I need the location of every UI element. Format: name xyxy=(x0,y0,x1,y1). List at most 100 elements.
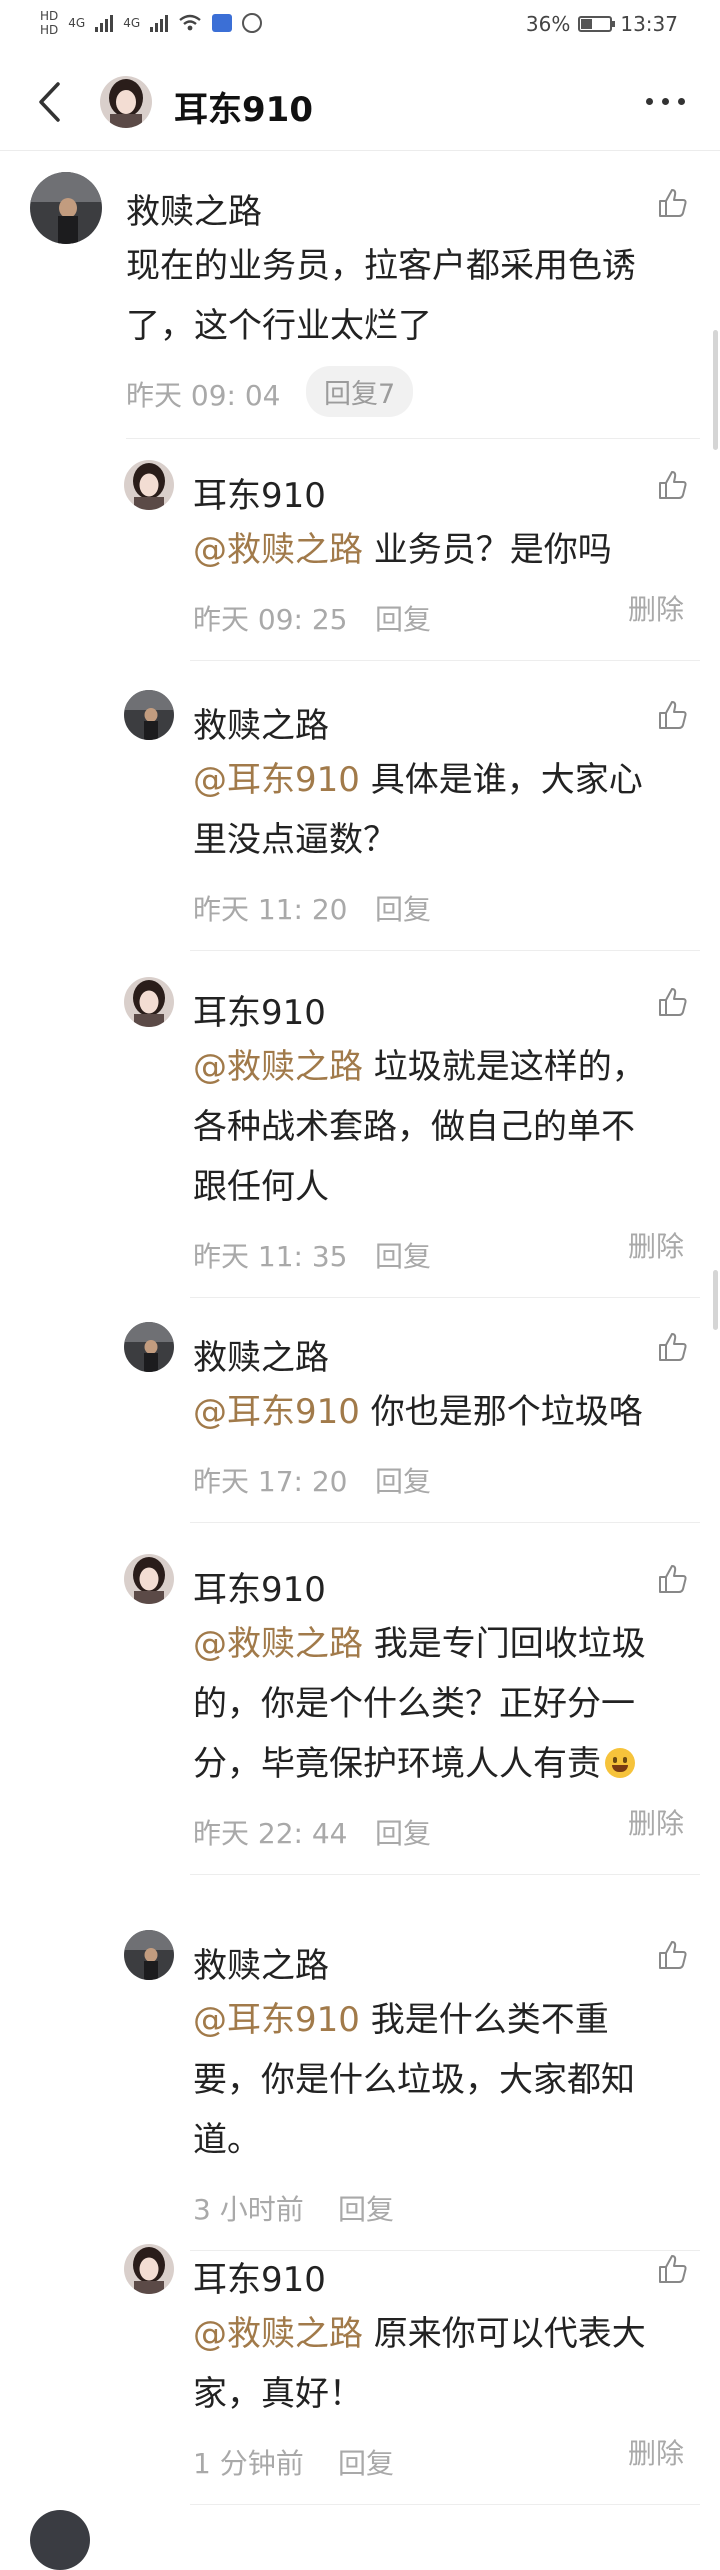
reply-time: 昨天 17: 20 xyxy=(193,1465,348,1498)
thumbs-up-icon[interactable] xyxy=(656,1562,690,1596)
reply-count-button[interactable]: 回复7 xyxy=(306,366,414,417)
status-right: 36% 13:37 xyxy=(526,12,678,36)
reply-text-line: 道。 xyxy=(193,2110,673,2170)
reply-time: 昨天 09: 25 xyxy=(193,603,348,636)
avatar[interactable] xyxy=(124,2244,174,2294)
avatar xyxy=(30,2510,90,2570)
status-left: HD HD 4G 4G xyxy=(40,9,263,37)
reply-text-segment: 具体是谁，大家心 xyxy=(359,760,643,800)
reply-text: @救赎之路 垃圾就是这样的， 各种战术套路，做自己的单不 跟任何人 xyxy=(193,1037,673,1217)
reply-text-line: @耳东910 我是什么类不重 xyxy=(193,1990,673,2050)
reply-text-line: 家，真好！ xyxy=(193,2364,673,2424)
reply-text-line: @救赎之路 我是专门回收垃圾 xyxy=(193,1614,673,1674)
reply-button[interactable]: 回复 xyxy=(375,1235,431,1275)
reply-button[interactable]: 回复 xyxy=(375,1460,431,1500)
reply-button[interactable]: 回复 xyxy=(375,1812,431,1852)
avatar[interactable] xyxy=(124,690,174,740)
thumbs-up-icon[interactable] xyxy=(656,985,690,1019)
reply-text-segment: 垃圾就是这样的， xyxy=(363,1047,646,1087)
reply-button[interactable]: 回复 xyxy=(375,888,431,928)
hd-label-2: HD xyxy=(40,23,59,37)
mention-link[interactable]: @救赎之路 xyxy=(193,2314,363,2354)
more-dots-icon[interactable] xyxy=(640,86,690,116)
reply-button[interactable]: 回复 xyxy=(338,2442,394,2482)
divider xyxy=(126,438,700,439)
divider xyxy=(190,660,700,661)
app-notification-icon xyxy=(212,14,233,32)
reply-button[interactable]: 回复 xyxy=(375,598,431,638)
thumbs-up-icon[interactable] xyxy=(656,2252,690,2286)
scrollbar-thumb-secondary xyxy=(713,1270,718,1330)
chevron-left-icon[interactable] xyxy=(36,80,62,124)
page-title: 耳东910 xyxy=(174,90,313,130)
thumbs-up-icon[interactable] xyxy=(656,186,690,220)
avatar[interactable] xyxy=(124,1930,174,1980)
reply-text: @救赎之路 业务员？是你吗 xyxy=(193,520,673,580)
reply-text-line: @耳东910 具体是谁，大家心 xyxy=(193,750,673,810)
reply-text-line: 跟任何人 xyxy=(193,1157,673,1217)
comment-time: 昨天 09: 04 xyxy=(126,379,281,412)
reply-time: 昨天 22: 44 xyxy=(193,1817,348,1850)
hd-label-1: HD xyxy=(40,9,59,23)
signal-icon xyxy=(150,14,169,32)
battery-fill xyxy=(581,19,593,29)
reply-button[interactable]: 回复 xyxy=(338,2188,394,2228)
mention-link[interactable]: @耳东910 xyxy=(193,760,360,800)
reply-text-line: @救赎之路 垃圾就是这样的， xyxy=(193,1037,673,1097)
comment-author[interactable]: 救赎之路 xyxy=(126,184,262,233)
reply-text-segment: 里没点逼数？ xyxy=(193,820,397,860)
reply-author[interactable]: 救赎之路 xyxy=(193,1938,329,1987)
divider xyxy=(190,1874,700,1875)
divider xyxy=(190,1297,700,1298)
reply-text: @耳东910 你也是那个垃圾咯 xyxy=(193,1382,673,1442)
header-avatar[interactable] xyxy=(100,76,152,128)
reply-author[interactable]: 救赎之路 xyxy=(193,698,329,747)
clock: 13:37 xyxy=(620,12,678,36)
reply-author[interactable]: 耳东910 xyxy=(193,468,326,517)
reply-text-line: @耳东910 你也是那个垃圾咯 xyxy=(193,1382,673,1442)
delete-button[interactable]: 删除 xyxy=(628,2432,684,2472)
mention-link[interactable]: @救赎之路 xyxy=(193,1624,363,1664)
delete-button[interactable]: 删除 xyxy=(628,588,684,628)
reply-text-line: 的，你是个什么类？正好分一 xyxy=(193,1674,673,1734)
reply-author[interactable]: 耳东910 xyxy=(193,2252,326,2301)
reply-text-segment: 原来你可以代表大 xyxy=(363,2314,646,2354)
reply-text: @耳东910 具体是谁，大家心里没点逼数？ xyxy=(193,750,673,870)
reply-text-line: @救赎之路 原来你可以代表大 xyxy=(193,2304,673,2364)
reply-text-line: @救赎之路 业务员？是你吗 xyxy=(193,520,673,580)
divider xyxy=(190,950,700,951)
reply-text: @耳东910 我是什么类不重 要，你是什么垃圾，大家都知 道。 xyxy=(193,1990,673,2170)
delete-button[interactable]: 删除 xyxy=(628,1802,684,1842)
mention-link[interactable]: @救赎之路 xyxy=(193,530,363,570)
network-type-2: 4G xyxy=(123,16,141,30)
thumbs-up-icon[interactable] xyxy=(656,698,690,732)
mention-link[interactable]: @救赎之路 xyxy=(193,1047,363,1087)
avatar[interactable] xyxy=(124,1322,174,1372)
battery-percent: 36% xyxy=(525,12,571,36)
reply-text-line: 分，毕竟保护环境人人有责 xyxy=(193,1734,673,1794)
reply-text-segment: 我是什么类不重 xyxy=(359,2000,609,2040)
reply-author[interactable]: 耳东910 xyxy=(193,1562,326,1611)
reply-text-line: 里没点逼数？ xyxy=(193,810,673,870)
thumbs-up-icon[interactable] xyxy=(656,1330,690,1364)
mention-link[interactable]: @耳东910 xyxy=(193,2000,360,2040)
reply-text-line: 各种战术套路，做自己的单不 xyxy=(193,1097,673,1157)
thumbs-up-icon[interactable] xyxy=(656,1938,690,1972)
avatar[interactable] xyxy=(30,172,102,244)
reply-text-segment: 家，真好！ xyxy=(193,2374,363,2414)
mention-link[interactable]: @耳东910 xyxy=(193,1392,360,1432)
thumbs-up-icon[interactable] xyxy=(656,468,690,502)
reply-time: 昨天 11: 35 xyxy=(193,1240,348,1273)
avatar[interactable] xyxy=(124,977,174,1027)
delete-button[interactable]: 删除 xyxy=(628,1225,684,1265)
scrollbar-thumb[interactable] xyxy=(713,330,718,450)
reply-time: 昨天 11: 20 xyxy=(193,893,348,926)
divider xyxy=(190,2504,700,2505)
avatar[interactable] xyxy=(124,1554,174,1604)
divider xyxy=(190,2250,700,2251)
avatar[interactable] xyxy=(124,460,174,510)
grinning-emoji-icon xyxy=(605,1748,635,1778)
reply-text-segment: 我是专门回收垃圾 xyxy=(363,1624,646,1664)
reply-author[interactable]: 耳东910 xyxy=(193,985,326,1034)
reply-author[interactable]: 救赎之路 xyxy=(193,1330,329,1379)
